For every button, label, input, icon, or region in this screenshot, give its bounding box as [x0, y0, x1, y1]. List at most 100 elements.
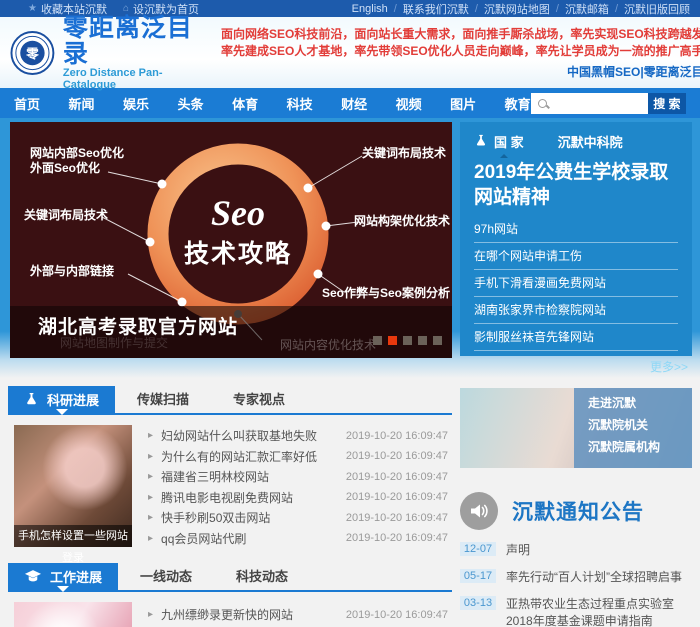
tab-tech-news[interactable]: 科技动态	[214, 563, 310, 590]
news-item[interactable]: ▸ 妇幼网站什么叫获取基地失败 2019-10-20 16:09:47	[148, 427, 448, 444]
nav-item-sports[interactable]: 体育	[232, 94, 258, 113]
slider-dot[interactable]	[373, 336, 382, 345]
slogan-line2: 率先建成SEO人才基地，率先带领SEO优化人员走向巅峰，率先让学员成为一流的推广…	[221, 43, 700, 60]
sidebar-link-about[interactable]: 走进沉默	[588, 394, 692, 411]
slider-dot[interactable]	[403, 336, 412, 345]
svg-text:零: 零	[25, 46, 39, 60]
notice-item[interactable]: 12-07 声明	[460, 542, 692, 559]
nav-item-finance[interactable]: 财经	[341, 94, 367, 113]
highlight-item[interactable]: 在哪个网站申请工伤	[474, 243, 678, 270]
sidebar-link-organs[interactable]: 沉默院机关	[588, 416, 692, 433]
graduation-cap-icon	[24, 569, 42, 584]
news-date: 2019-10-20 16:09:47	[346, 450, 448, 462]
news-thumbnail[interactable]: 手机怎样设置一些网站登录	[14, 425, 132, 547]
slider-dot[interactable]	[418, 336, 427, 345]
news-thumbnail[interactable]	[14, 602, 132, 627]
seo-banner-slide[interactable]: 网站内部Seo优化外面Seo优化 关键词布局技术 关键词布局技术 网站构架优化技…	[10, 122, 452, 358]
nav-item-ent[interactable]: 娱乐	[123, 94, 149, 113]
nav-item-home[interactable]: 首页	[14, 94, 40, 113]
nav-item-pics[interactable]: 图片	[450, 94, 476, 113]
slider-dot-active[interactable]	[388, 336, 397, 345]
highlight-tab-cas[interactable]: 沉默中科院	[558, 132, 623, 151]
news-item[interactable]: ▸ 九州缥缈录更新快的网站 2019-10-20 16:09:47	[148, 606, 448, 623]
news-item[interactable]: ▸ 福建省三明林校网站 2019-10-20 16:09:47	[148, 468, 448, 485]
separator: /	[394, 3, 397, 15]
flask-icon	[24, 391, 39, 408]
site-logo[interactable]: 零 零距离泛目录 Zero Distance Pan-Catalogue	[10, 15, 215, 91]
banner-label-keyword-tr: 关键词布局技术	[362, 146, 446, 161]
header-slogan: 面向网络SEO科技前沿，面向站长重大需求，面向推手厮杀战场，率先实现SEO科技跨…	[215, 26, 700, 80]
search-box	[531, 93, 648, 114]
search-icon	[538, 99, 547, 108]
news-list: ▸ 九州缥缈录更新快的网站 2019-10-20 16:09:47 ▸ 山东考驾…	[148, 602, 448, 627]
news-item[interactable]: ▸ 快手秒刷50双击网站 2019-10-20 16:09:47	[148, 509, 448, 526]
highlight-item[interactable]: 影制服丝袜音先锋网站	[474, 324, 678, 351]
search-input[interactable]	[550, 97, 640, 109]
notice-date-badge: 03-13	[460, 596, 496, 610]
news-item[interactable]: ▸ qq会员网站代刷 2019-10-20 16:09:47	[148, 530, 448, 547]
highlight-box: 国 家 沉默中科院 2019年公费生学校录取网站精神 97h网站 在哪个网站申请…	[460, 122, 692, 356]
header: 零 零距离泛目录 Zero Distance Pan-Catalogue 面向网…	[0, 17, 700, 88]
news-date: 2019-10-20 16:09:47	[346, 532, 448, 544]
more-link[interactable]: 更多>>	[650, 358, 688, 375]
sidebar-photo-menu: 走进沉默 沉默院机关 沉默院属机构	[574, 388, 692, 468]
topbar-link-oldversion[interactable]: 沉默旧版回顾	[624, 1, 690, 17]
banner-caption[interactable]: 湖北高考录取官方网站	[38, 312, 238, 339]
highlight-item[interactable]: 97h网站	[474, 216, 678, 243]
logo-seal-icon: 零	[10, 30, 55, 76]
notice-title: 沉默通知公告	[512, 496, 644, 526]
slider-dots	[373, 336, 442, 345]
notice-item[interactable]: 05-17 率先行动“百人计划”全球招聘启事	[460, 569, 692, 586]
topbar-link-mail[interactable]: 沉默邮箱	[565, 1, 609, 17]
separator: /	[615, 3, 618, 15]
news-item[interactable]: ▸ 腾讯电影电视剧免费网站 2019-10-20 16:09:47	[148, 489, 448, 506]
sidebar-link-institutes[interactable]: 沉默院属机构	[588, 438, 692, 455]
tab-notch	[500, 150, 508, 158]
site-subtitle: Zero Distance Pan-Catalogue	[63, 67, 215, 91]
sidebar-photo[interactable]: 走进沉默 沉默院机关 沉默院属机构	[460, 388, 692, 468]
arrow-icon: ▸	[148, 533, 153, 544]
news-date: 2019-10-20 16:09:47	[346, 491, 448, 503]
topbar-link-sitemap[interactable]: 沉默网站地图	[484, 1, 550, 17]
banner-ghost-text2: 网站内容优化技术	[280, 336, 376, 353]
tab-media-scan[interactable]: 传媒扫描	[115, 386, 211, 413]
main-nav: 首页 新闻 娱乐 头条 体育 科技 财经 视频 图片 教育 搜 索	[0, 88, 700, 118]
banner-label-keyword-ml: 关键词布局技术	[24, 208, 108, 223]
nav-item-video[interactable]: 视频	[396, 94, 422, 113]
highlight-tab-nation[interactable]: 国 家	[474, 132, 524, 151]
tab-work-progress[interactable]: 工作进展	[8, 563, 118, 590]
arrow-icon: ▸	[148, 451, 153, 462]
site-title: 零距离泛目录	[63, 15, 215, 67]
tab-frontline-news[interactable]: 一线动态	[118, 563, 214, 590]
topbar-link-contact[interactable]: 联系我们沉默	[403, 1, 469, 17]
news-date: 2019-10-20 16:09:47	[346, 471, 448, 483]
star-icon: ★	[28, 3, 37, 14]
banner-center-title: Seo 技术攻略	[178, 192, 298, 270]
nav-item-tech[interactable]: 科技	[287, 94, 313, 113]
home-icon: ⌂	[123, 3, 129, 14]
nav-item-edu[interactable]: 教育	[505, 94, 531, 113]
notice-item[interactable]: 03-13 亚热带农业生态过程重点实验室2018年度基金课题申请指南	[460, 596, 692, 627]
news-item[interactable]: ▸ 为什么有的网站汇款汇率好低 2019-10-20 16:09:47	[148, 448, 448, 465]
highlight-headline[interactable]: 2019年公费生学校录取网站精神	[474, 160, 678, 210]
section2-tabs: 工作进展 一线动态 科技动态	[8, 563, 452, 592]
slogan-tag: 中国黑帽SEO|零距离泛目录	[221, 63, 700, 80]
tab-research-progress[interactable]: 科研进展	[8, 386, 115, 413]
slider-dot[interactable]	[433, 336, 442, 345]
banner-caption-band: 网站地图制作与提交 网站内容优化技术 湖北高考录取官方网站	[10, 306, 452, 358]
separator: /	[475, 3, 478, 15]
highlight-item[interactable]: 湖南张家界市检察院网站	[474, 297, 678, 324]
notice-header: 沉默通知公告	[460, 492, 692, 530]
tab-expert-view[interactable]: 专家视点	[211, 386, 307, 413]
slogan-line1: 面向网络SEO科技前沿，面向站长重大需求，面向推手厮杀战场，率先实现SEO科技跨…	[221, 26, 700, 43]
topbar-link-english[interactable]: English	[352, 3, 388, 15]
news-list: ▸ 妇幼网站什么叫获取基地失败 2019-10-20 16:09:47 ▸ 为什…	[148, 425, 448, 547]
highlight-list: 97h网站 在哪个网站申请工伤 手机下滑看漫画免费网站 湖南张家界市检察院网站 …	[474, 216, 678, 351]
notice-list: 12-07 声明 05-17 率先行动“百人计划”全球招聘启事 03-13 亚热…	[460, 542, 692, 627]
nav-item-news[interactable]: 新闻	[69, 94, 95, 113]
search-button[interactable]: 搜 索	[648, 93, 686, 114]
separator: /	[556, 3, 559, 15]
arrow-icon: ▸	[148, 430, 153, 441]
highlight-item[interactable]: 手机下滑看漫画免费网站	[474, 270, 678, 297]
nav-item-headlines[interactable]: 头条	[178, 94, 204, 113]
